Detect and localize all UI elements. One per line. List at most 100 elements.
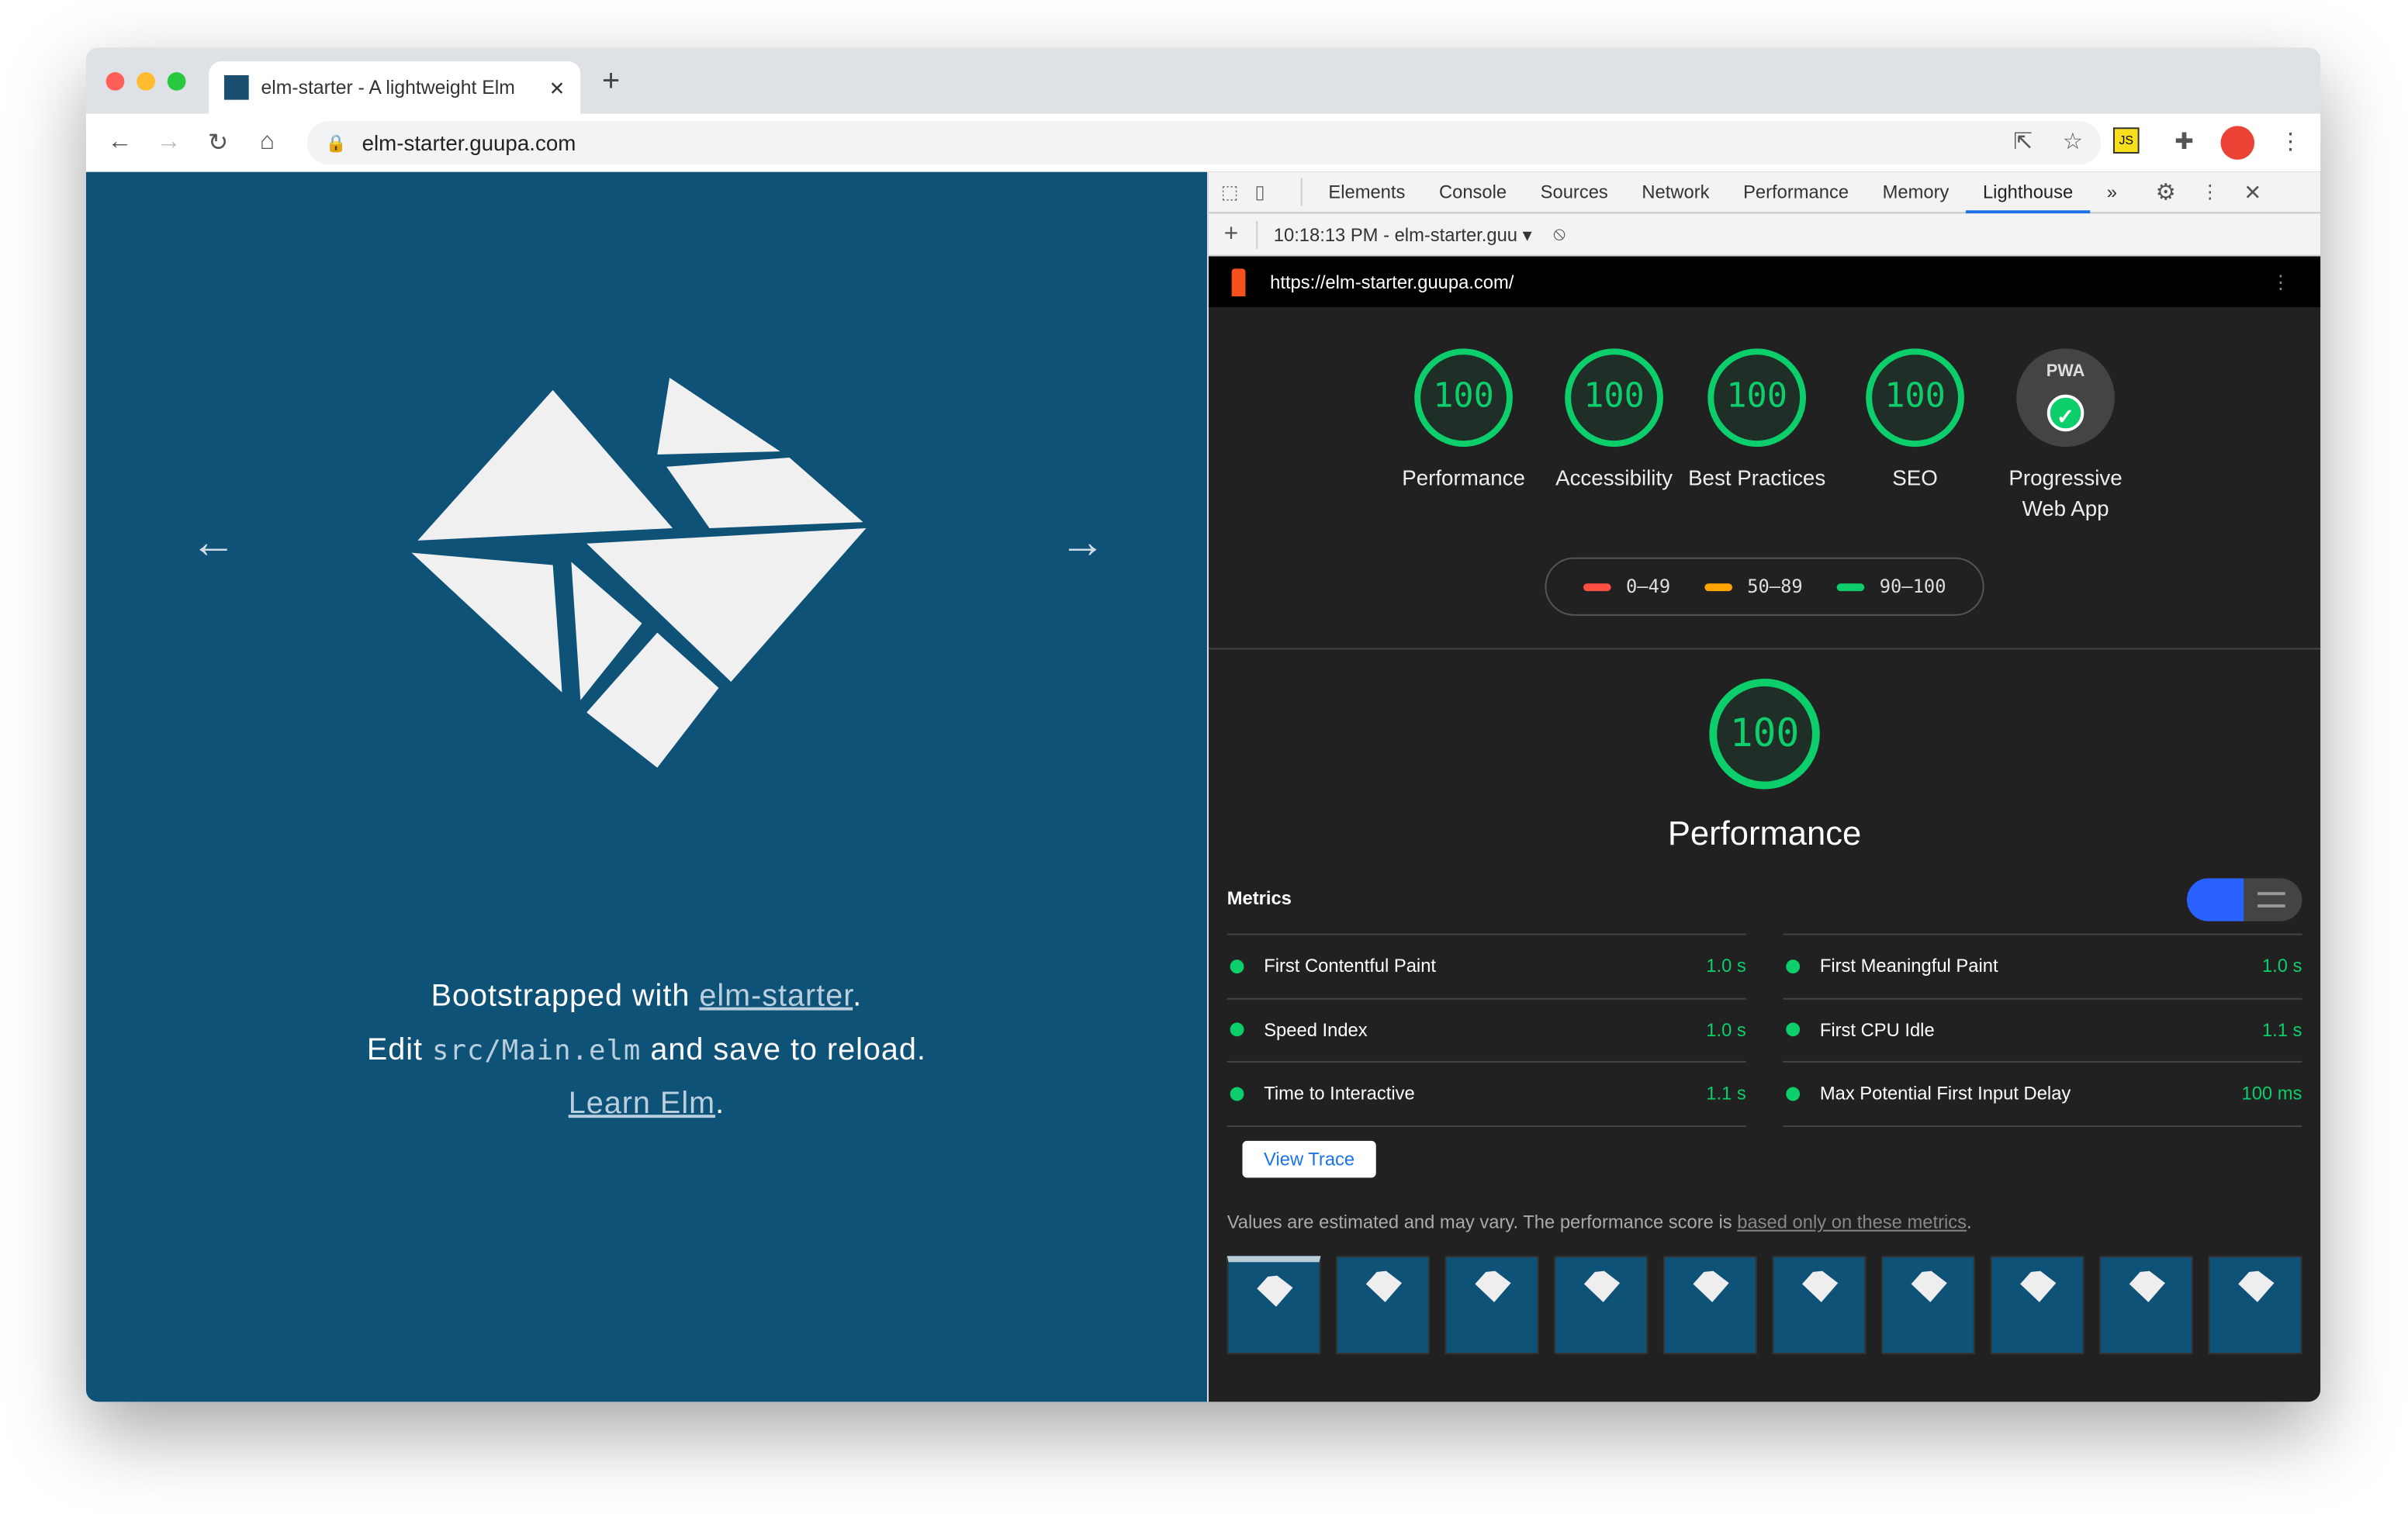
gauge-seo[interactable]: 100 SEO	[1839, 348, 1992, 493]
check-icon: ✓	[2046, 394, 2085, 432]
lighthouse-toolbar: + 10:18:13 PM - elm-starter.guu ▾ ⦸	[1208, 213, 2321, 257]
text: .	[715, 1087, 725, 1122]
address-bar[interactable]: 🔒 elm-starter.guupa.com	[306, 121, 2102, 164]
elm-logo-thumbnail	[2020, 1270, 2057, 1302]
pwa-text: PWA	[2046, 362, 2085, 381]
elm-starter-link[interactable]: elm-starter	[699, 980, 853, 1014]
browser-tab[interactable]: elm-starter - A lightweight Elm ✕	[209, 61, 581, 114]
filmstrip-frame	[1226, 1256, 1321, 1355]
metric-value: 1.0 s	[2261, 955, 2302, 977]
pass-dot-icon	[1786, 1087, 1801, 1101]
metric-row: Time to Interactive 1.1 s	[1226, 1063, 1746, 1127]
tab-console[interactable]: Console	[1422, 171, 1524, 213]
metric-row: First CPU Idle 1.1 s	[1783, 999, 2302, 1063]
close-tab-icon[interactable]: ✕	[549, 76, 566, 99]
compact-view-icon[interactable]	[2186, 878, 2244, 921]
browser-menu-icon[interactable]: ⋮	[2279, 127, 2302, 155]
devtools-menu-icon[interactable]: ⋮	[2201, 181, 2219, 203]
report-menu-icon[interactable]: ⋮	[2271, 271, 2290, 292]
forward-icon[interactable]: →	[144, 129, 193, 157]
filmstrip-frame	[2208, 1256, 2302, 1355]
report-url: https://elm-starter.guupa.com/	[1270, 271, 1514, 293]
view-trace-button[interactable]: View Trace	[1242, 1140, 1376, 1178]
lighthouse-logo-icon	[1231, 268, 1246, 297]
maximize-window-button[interactable]	[167, 72, 186, 91]
close-devtools-icon[interactable]: ✕	[2244, 179, 2261, 206]
metric-value: 1.1 s	[1706, 1083, 1746, 1105]
tab-performance[interactable]: Performance	[1726, 171, 1866, 213]
close-window-button[interactable]	[106, 72, 125, 91]
divider	[1300, 178, 1303, 206]
metrics-info-link[interactable]: based only on these metrics	[1737, 1212, 1967, 1233]
extensions-puzzle-icon[interactable]: ✚	[2174, 127, 2194, 155]
elm-logo	[411, 377, 867, 768]
text: and save to reload.	[641, 1033, 926, 1067]
gauge-accessibility[interactable]: 100 Accessibility	[1538, 348, 1691, 493]
devtools-panel: ⬚ ▯ Elements Console Sources Network Per…	[1208, 171, 2321, 1402]
note-text: Values are estimated and may vary. The p…	[1226, 1211, 1738, 1233]
gauge-label: Accessibility	[1555, 465, 1673, 490]
next-arrow-icon[interactable]: →	[1060, 517, 1105, 569]
bookmark-star-icon[interactable]: ☆	[2063, 127, 2084, 155]
new-tab-button[interactable]: +	[602, 64, 620, 100]
tab-elements[interactable]: Elements	[1312, 171, 1423, 213]
report-select[interactable]: 10:18:13 PM - elm-starter.guu ▾	[1274, 223, 1532, 245]
clear-reports-icon[interactable]: ⦸	[1553, 223, 1565, 246]
inspect-element-icon[interactable]: ⬚	[1221, 181, 1255, 203]
gauge-score: 100	[1707, 348, 1807, 448]
pass-dot-icon	[1230, 1087, 1244, 1101]
pass-dot-icon	[1230, 959, 1244, 973]
text: .	[853, 979, 863, 1014]
metric-value: 1.0 s	[1706, 955, 1746, 977]
device-toolbar-icon[interactable]: ▯	[1254, 181, 1292, 203]
learn-elm-link[interactable]: Learn Elm	[569, 1087, 715, 1122]
gauge-performance[interactable]: 100 Performance	[1387, 348, 1541, 493]
filmstrip-frame	[1336, 1256, 1431, 1355]
elm-logo-thumbnail	[1257, 1275, 1293, 1307]
report-url-bar: https://elm-starter.guupa.com/ ⋮	[1208, 256, 2321, 307]
metrics-note: Values are estimated and may vary. The p…	[1227, 1212, 1972, 1233]
gauge-best-practices[interactable]: 100 Best Practices	[1688, 348, 1826, 493]
lock-icon: 🔒	[325, 134, 347, 153]
metrics-left: First Contentful Paint 1.0 s Speed Index 1…	[1226, 933, 1746, 1127]
metrics-view-toggle[interactable]	[2186, 878, 2302, 921]
score-gauges: 100 Performance 100 Accessibility 100 Best …	[1208, 307, 2321, 650]
metric-name: Time to Interactive	[1264, 1083, 1415, 1105]
gauge-score: 100	[1866, 348, 1964, 448]
filmstrip-frame	[1444, 1256, 1539, 1355]
tab-memory[interactable]: Memory	[1866, 171, 1966, 213]
prev-arrow-icon[interactable]: ←	[190, 517, 236, 569]
note-text: .	[1967, 1211, 1972, 1233]
elm-logo-thumbnail	[2129, 1270, 2165, 1302]
filmstrip-frame	[1662, 1256, 1757, 1355]
reload-icon[interactable]: ↻	[193, 127, 242, 158]
back-icon[interactable]: ←	[95, 129, 144, 157]
tab-network[interactable]: Network	[1625, 171, 1727, 213]
elm-logo-thumbnail	[1911, 1270, 1947, 1302]
elm-logo-thumbnail	[2238, 1270, 2275, 1302]
metric-name: First Meaningful Paint	[1819, 955, 1998, 977]
js-extension-icon[interactable]: JS	[2112, 127, 2140, 154]
legend-fail: 0–49	[1583, 576, 1670, 597]
elm-logo-thumbnail	[1365, 1270, 1403, 1302]
url-text: elm-starter.guupa.com	[362, 130, 576, 155]
expanded-view-icon[interactable]	[2258, 892, 2285, 907]
open-external-icon[interactable]: ⇱	[2013, 127, 2033, 155]
filmstrip-frame	[1554, 1256, 1649, 1355]
code-path: src/Main.elm	[432, 1035, 642, 1067]
tab-bar: elm-starter - A lightweight Elm ✕ +	[85, 47, 2321, 114]
minimize-window-button[interactable]	[137, 72, 155, 91]
new-report-icon[interactable]: +	[1224, 220, 1238, 248]
divider	[1256, 220, 1258, 248]
metric-value: 1.0 s	[1706, 1018, 1746, 1041]
more-tabs-button[interactable]: »	[2090, 171, 2134, 213]
tab-lighthouse[interactable]: Lighthouse	[1966, 171, 2090, 213]
home-icon[interactable]: ⌂	[243, 129, 292, 157]
elm-logo-thumbnail	[1802, 1270, 1839, 1302]
tab-sources[interactable]: Sources	[1524, 171, 1625, 213]
metric-row: First Contentful Paint 1.0 s	[1226, 935, 1746, 999]
settings-gear-icon[interactable]: ⚙	[2155, 178, 2176, 206]
metrics-heading: Metrics	[1226, 887, 1292, 909]
gauge-pwa[interactable]: PWA ✓ Progressive Web App	[1989, 348, 2143, 524]
profile-avatar[interactable]	[2220, 126, 2255, 160]
